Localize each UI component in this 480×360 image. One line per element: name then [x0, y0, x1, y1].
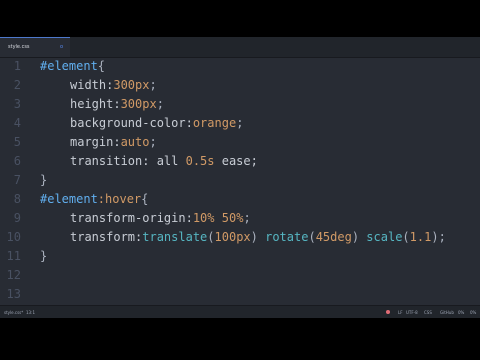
- close-brace: }: [40, 173, 48, 187]
- css-function: translate: [142, 230, 208, 244]
- css-property: background-color:: [70, 116, 193, 130]
- css-property: height:: [70, 97, 121, 111]
- css-pseudo-class: :hover: [97, 192, 142, 206]
- css-number: 1.1: [409, 230, 432, 244]
- semicolon: ;: [149, 78, 157, 92]
- css-property: width:: [70, 78, 114, 92]
- css-number: 45deg: [315, 230, 352, 244]
- status-extra[interactable]: 0%: [470, 310, 476, 315]
- paren: (: [308, 230, 316, 244]
- error-indicator-icon[interactable]: [386, 310, 390, 314]
- code-area[interactable]: #element{ width:300px; height:300px; bac…: [40, 57, 480, 307]
- status-encoding[interactable]: UTF-8: [406, 310, 418, 315]
- code-line-8: #element:hover{: [40, 190, 148, 209]
- css-property: transition: all: [70, 154, 186, 168]
- css-value: auto: [120, 135, 150, 149]
- code-line-2: width:300px;: [40, 76, 157, 95]
- status-file-name[interactable]: style.css*: [4, 310, 23, 315]
- line-number: 2: [13, 78, 21, 92]
- css-number: 50%: [221, 211, 244, 225]
- code-line-6: transition: all 0.5s ease;: [40, 152, 258, 171]
- paren-semicolon: );: [431, 230, 446, 244]
- css-number: 100px: [214, 230, 251, 244]
- code-line-3: height:300px;: [40, 95, 164, 114]
- status-diff[interactable]: 0%: [458, 310, 464, 315]
- line-number: 8: [13, 192, 21, 206]
- semicolon: ;: [149, 135, 157, 149]
- css-selector: #element: [40, 192, 98, 206]
- code-line-7: }: [40, 171, 47, 190]
- line-number: 7: [13, 173, 21, 187]
- paren: ): [250, 230, 258, 244]
- css-number: 300px: [120, 97, 157, 111]
- status-line-ending[interactable]: LF: [398, 310, 403, 315]
- css-property: margin:: [70, 135, 121, 149]
- tab-style-css[interactable]: style.css o: [0, 37, 70, 57]
- paren: ): [351, 230, 360, 244]
- semicolon: ;: [243, 211, 251, 225]
- open-brace: {: [97, 59, 106, 73]
- line-number: 6: [13, 154, 21, 168]
- paren: (: [402, 230, 410, 244]
- code-line-1: #element{: [40, 57, 105, 76]
- status-bar: style.css* 13:1 LF UTF-8 CSS GitHub 0% 0…: [0, 305, 480, 318]
- open-brace: {: [141, 192, 149, 206]
- code-line-11: }: [40, 247, 47, 266]
- paren: (: [207, 230, 215, 244]
- css-value: orange: [192, 116, 237, 130]
- close-brace: }: [40, 249, 48, 263]
- tab-bar: style.css o: [0, 37, 480, 58]
- css-function: rotate: [265, 230, 309, 244]
- css-number: 300px: [113, 78, 150, 92]
- semicolon: ;: [236, 116, 244, 130]
- status-github[interactable]: GitHub: [440, 310, 454, 315]
- line-number-gutter: 1 2 3 4 5 6 7 8 9 10 11 12 13: [0, 57, 30, 307]
- line-number: 1: [13, 59, 21, 73]
- status-cursor-position[interactable]: 13:1: [26, 310, 35, 315]
- css-function: scale: [366, 230, 403, 244]
- css-property: transform-origin:: [70, 211, 193, 225]
- status-grammar[interactable]: CSS: [424, 310, 432, 315]
- line-number: 9: [13, 211, 21, 225]
- editor-window: style.css o 1 2 3 4 5 6 7 8 9 10 11 12 1…: [0, 37, 480, 317]
- line-number: 3: [13, 97, 21, 111]
- line-number: 13: [6, 287, 21, 301]
- code-line-4: background-color:orange;: [40, 114, 243, 133]
- line-number: 4: [13, 116, 21, 130]
- css-property: transform:: [70, 230, 143, 244]
- code-line-9: transform-origin:10% 50%;: [40, 209, 251, 228]
- tab-title: style.css: [8, 44, 30, 50]
- css-value: ease;: [214, 154, 258, 168]
- code-line-5: margin:auto;: [40, 133, 157, 152]
- code-line-10: transform:translate(100px) rotate(45deg)…: [40, 228, 446, 247]
- semicolon: ;: [156, 97, 164, 111]
- modified-indicator-icon[interactable]: o: [60, 44, 63, 50]
- line-number: 12: [6, 268, 21, 282]
- css-number: 0.5s: [185, 154, 215, 168]
- line-number: 10: [6, 230, 21, 244]
- line-number: 5: [13, 135, 21, 149]
- line-number: 11: [6, 249, 21, 263]
- css-number: 10%: [192, 211, 215, 225]
- css-selector: #element: [40, 59, 98, 73]
